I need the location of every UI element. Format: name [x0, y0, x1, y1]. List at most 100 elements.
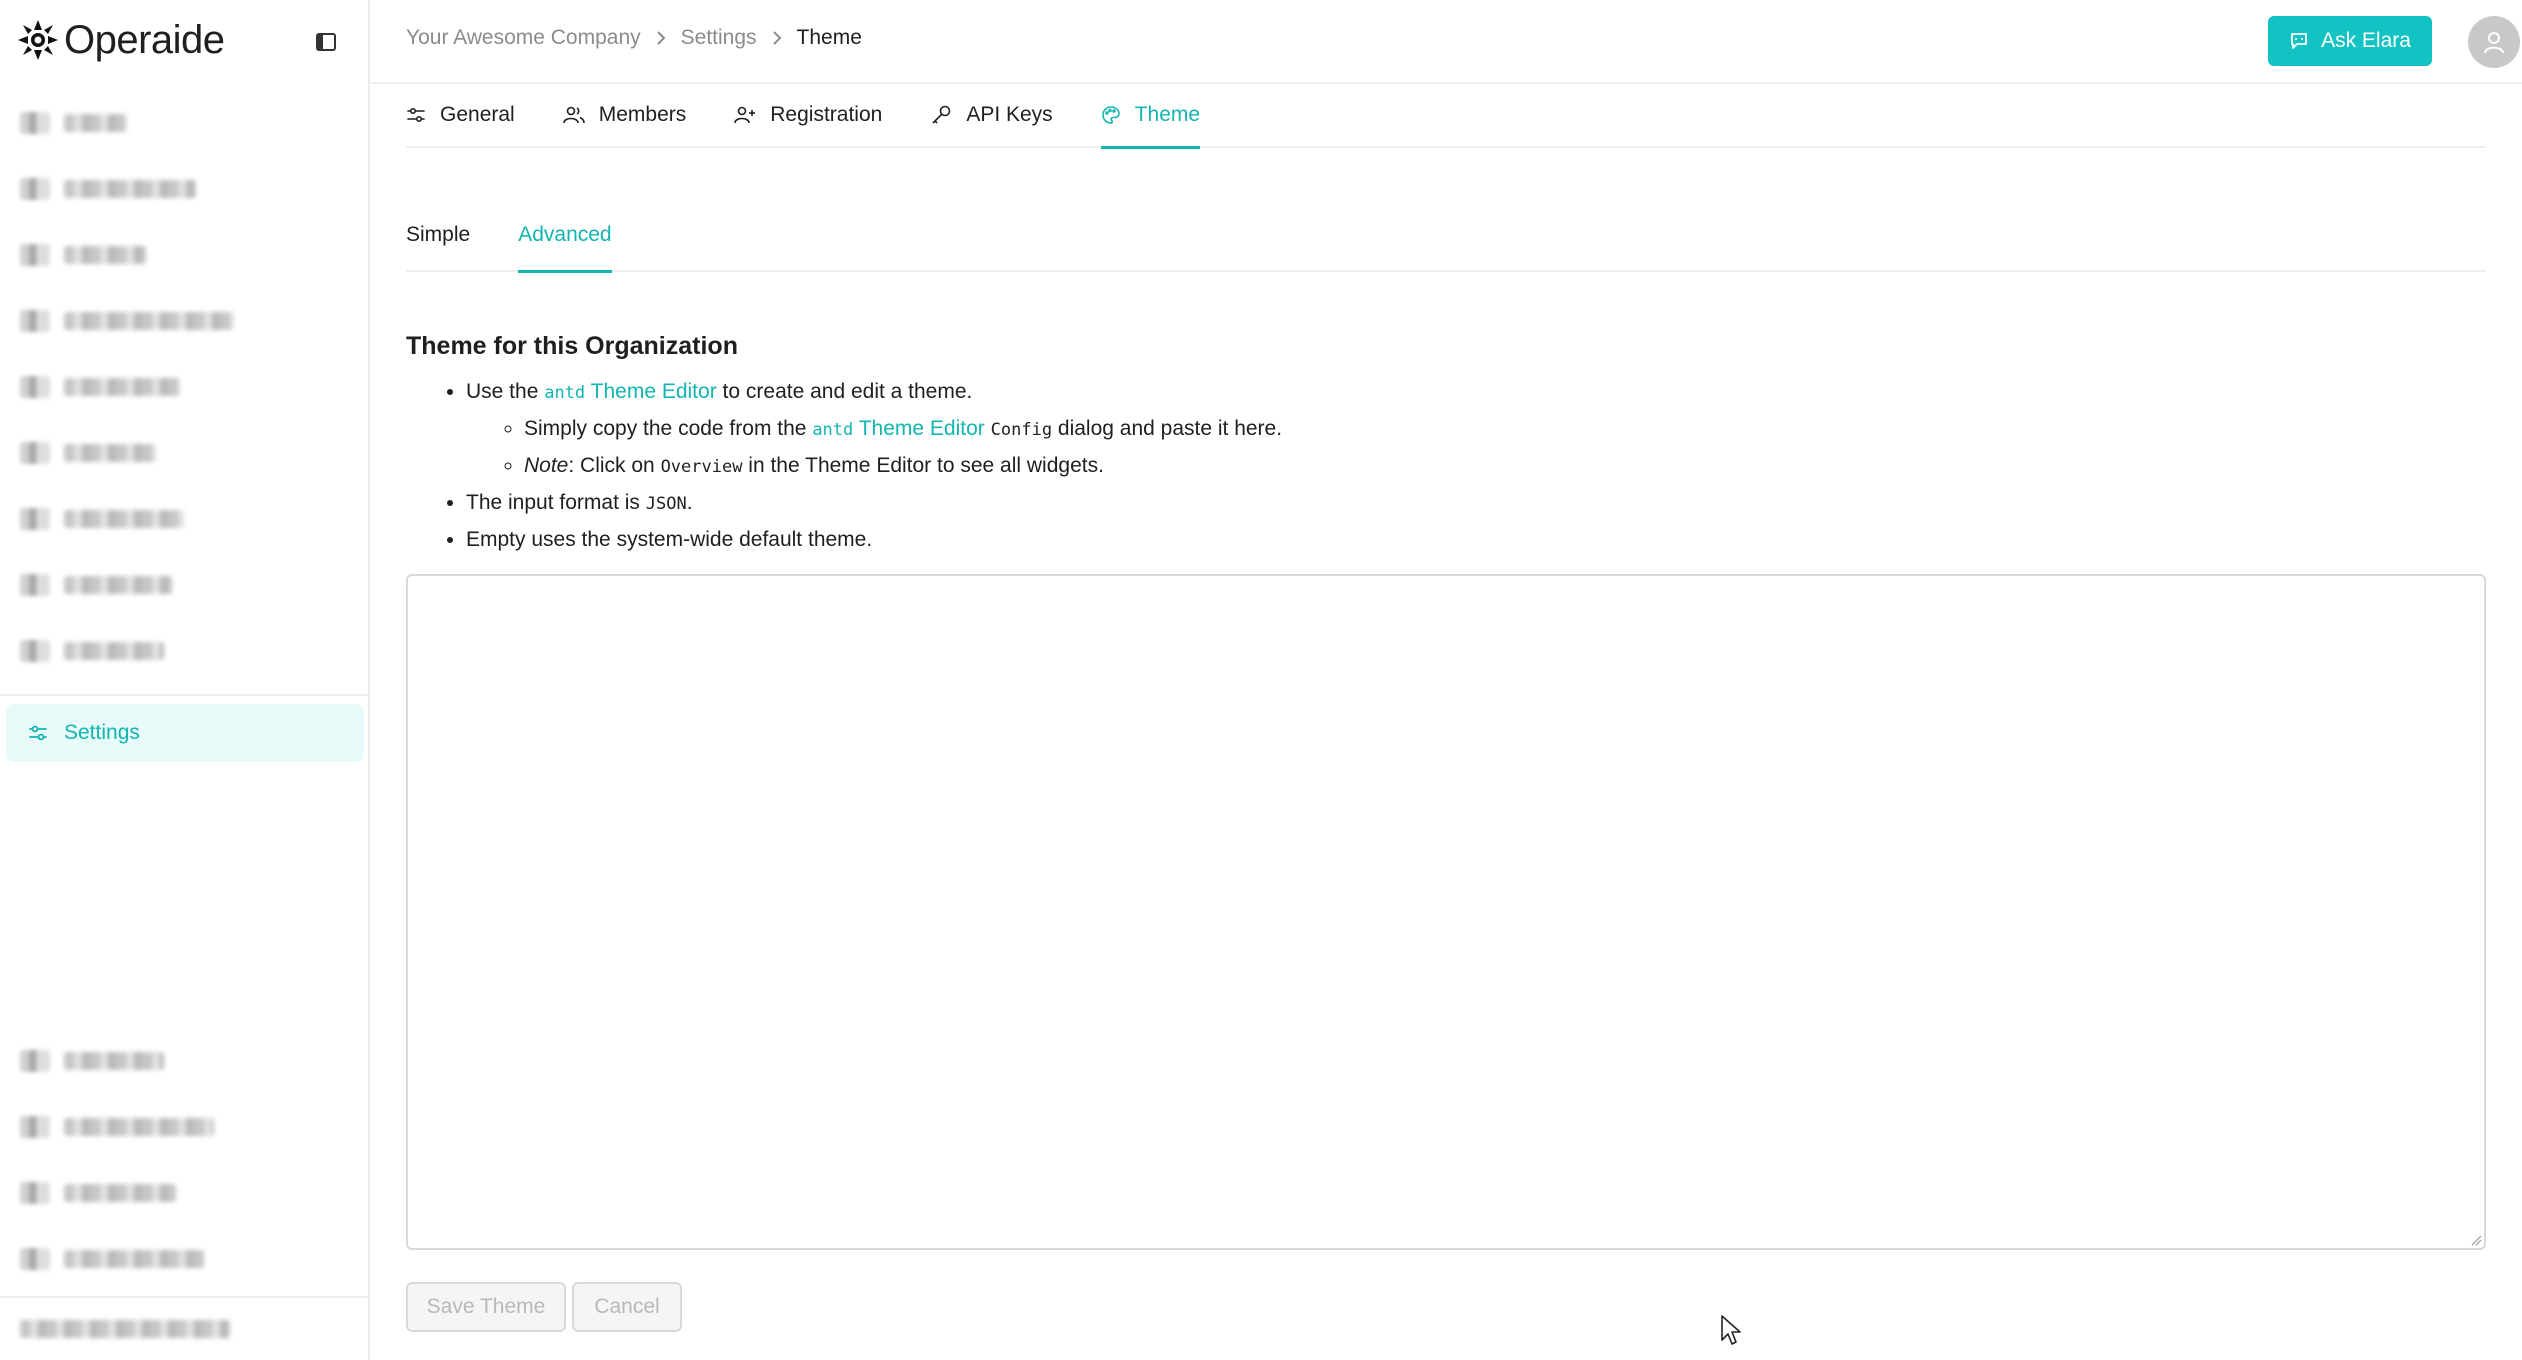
text: Use the [466, 380, 539, 403]
chat-icon [2291, 33, 2307, 49]
top-bar: Your Awesome Company Settings Theme Ask … [370, 0, 2522, 84]
collapse-sidebar-button[interactable] [312, 28, 340, 56]
tab-simple[interactable]: Simple [406, 199, 470, 271]
redacted-icon [20, 1182, 50, 1204]
theme-mode-tabs: Simple Advanced [406, 199, 2486, 273]
redacted-icon [20, 574, 50, 596]
redacted-label [64, 114, 126, 132]
redacted-icon [20, 1050, 50, 1072]
redacted-icon [20, 1116, 50, 1138]
sidebar-divider [0, 694, 370, 696]
redacted-icon [20, 112, 50, 134]
settings-tabs: General Members Registration API Keys Th… [406, 83, 2486, 149]
sidebar-item-redacted[interactable] [0, 618, 370, 684]
breadcrumb-item-company[interactable]: Your Awesome Company [406, 26, 641, 50]
sidebar-item-redacted[interactable] [0, 552, 370, 618]
redacted-icon [20, 442, 50, 464]
redacted-label [64, 510, 184, 528]
tab-registration[interactable]: Registration [734, 83, 882, 147]
redacted-label [64, 1118, 214, 1136]
redacted-label [64, 642, 164, 660]
sidebar-item-redacted[interactable] [0, 1160, 370, 1226]
redacted-icon [20, 178, 50, 200]
tab-label: Registration [770, 103, 883, 126]
text: The input format is [466, 491, 640, 514]
redacted-icon [20, 508, 50, 530]
sidebar-item-redacted[interactable] [0, 1094, 370, 1160]
tab-members[interactable]: Members [562, 83, 686, 147]
brand-name: Operaide [64, 17, 225, 62]
sidebar-bottom-nav [0, 1028, 370, 1292]
section-title: Theme for this Organization [406, 332, 738, 360]
users-icon [562, 106, 585, 124]
redacted-label [64, 1250, 204, 1268]
code: antd [544, 383, 586, 403]
redacted-label [64, 444, 156, 462]
breadcrumb: Your Awesome Company Settings Theme [406, 26, 862, 50]
redacted-label [64, 1052, 164, 1070]
redacted-label [64, 246, 146, 264]
theme-editor-link[interactable]: antd Theme Editor [544, 380, 716, 403]
tab-advanced[interactable]: Advanced [518, 199, 613, 273]
text: Simply copy the code from the [524, 417, 807, 440]
mouse-cursor-icon [1721, 1315, 1741, 1345]
sidebar-item-redacted[interactable] [0, 354, 370, 420]
sidebar-item-label: Settings [64, 721, 140, 744]
user-icon [2484, 32, 2504, 54]
instruction-subitem: Note: Click on Overview in the Theme Edi… [524, 448, 1282, 485]
note-label: Note [524, 454, 569, 477]
sidebar-item-redacted[interactable] [0, 90, 370, 156]
main-content: General Members Registration API Keys Th… [406, 84, 2486, 1360]
redacted-label [64, 576, 172, 594]
sidebar: Operaide Settings [0, 0, 370, 1360]
breadcrumb-item-settings[interactable]: Settings [681, 26, 757, 50]
sidebar-item-settings[interactable]: Settings [6, 704, 364, 762]
redacted-label [64, 378, 180, 396]
tab-general[interactable]: General [406, 83, 515, 147]
instructions: Use the antd Theme Editor to create and … [406, 374, 1282, 557]
ask-elara-button[interactable]: Ask Elara [2268, 16, 2432, 66]
link-text: Theme Editor [858, 417, 985, 440]
text: dialog and paste it here. [1057, 417, 1283, 440]
text: Empty uses the system-wide default theme… [466, 528, 873, 551]
sidebar-item-redacted[interactable] [0, 288, 370, 354]
code: antd [812, 420, 854, 440]
redacted-label [64, 180, 196, 198]
code: Config [990, 420, 1053, 440]
brand-logo[interactable]: Operaide [16, 14, 225, 66]
tab-label: API Keys [966, 103, 1053, 126]
instruction-item: The input format is JSON. [466, 485, 1282, 522]
sidebar-footer[interactable] [0, 1296, 370, 1360]
chevron-right-icon [771, 30, 783, 46]
sidebar-item-redacted[interactable] [0, 1028, 370, 1094]
redacted-icon [20, 310, 50, 332]
code: JSON [645, 494, 687, 514]
user-avatar[interactable] [2468, 16, 2520, 68]
theme-editor-link[interactable]: antd Theme Editor [812, 417, 984, 440]
sidebar-item-redacted[interactable] [0, 486, 370, 552]
cancel-button[interactable]: Cancel [572, 1282, 682, 1332]
operaide-logo-icon [18, 20, 58, 60]
text: to create and edit a theme. [722, 380, 973, 403]
redacted-icon [20, 376, 50, 398]
resize-handle-icon[interactable] [2470, 1234, 2482, 1246]
redacted-label [64, 1184, 176, 1202]
form-actions: Save Theme Cancel [406, 1282, 682, 1332]
sliders-icon [29, 725, 47, 741]
sidebar-item-redacted[interactable] [0, 222, 370, 288]
sidebar-item-redacted[interactable] [0, 1226, 370, 1292]
tab-api-keys[interactable]: API Keys [930, 83, 1053, 147]
text: : Click on [568, 454, 655, 477]
sidebar-item-redacted[interactable] [0, 156, 370, 222]
user-add-icon [734, 106, 756, 124]
text: . [686, 491, 693, 514]
tab-theme[interactable]: Theme [1100, 83, 1201, 149]
breadcrumb-item-theme: Theme [796, 26, 862, 49]
tab-label: General [440, 103, 515, 126]
text: in the Theme Editor to see all widgets. [748, 454, 1104, 477]
theme-json-editor[interactable] [406, 574, 2486, 1250]
redacted-icon [20, 1248, 50, 1270]
sidebar-item-redacted[interactable] [0, 420, 370, 486]
save-theme-button[interactable]: Save Theme [406, 1282, 566, 1332]
ask-elara-label: Ask Elara [2321, 29, 2411, 52]
